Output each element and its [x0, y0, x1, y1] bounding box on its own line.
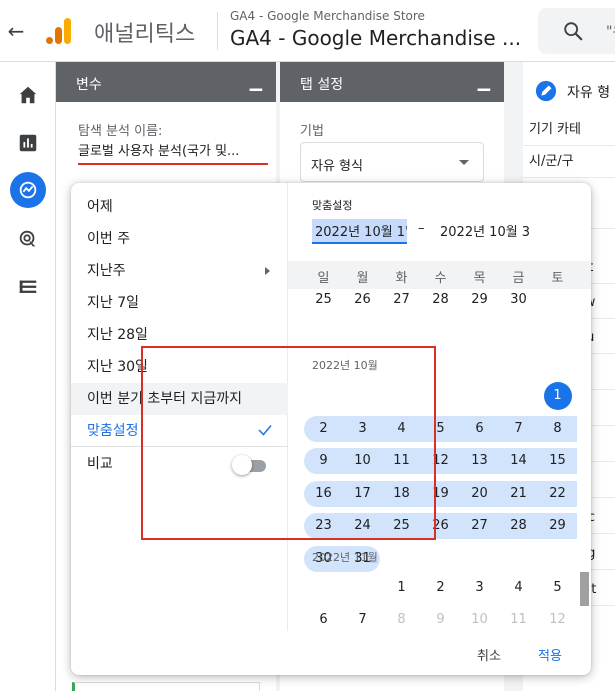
preset-label: 맞춤설정 [87, 423, 139, 439]
calendar-day[interactable]: 8 [538, 416, 577, 442]
variables-panel-header: 변수 ▁ [56, 62, 276, 102]
calendar-day[interactable]: 21 [499, 481, 538, 507]
brand-title: 애널리틱스 [94, 22, 196, 47]
preset-label: 지난주 [87, 263, 126, 279]
arrow-left-icon[interactable]: ← [6, 19, 26, 43]
top-app-bar: ← 애널리틱스 GA4 - Google Merchandise Store G… [0, 0, 615, 62]
chevron-right-icon [265, 267, 270, 275]
picker-footer: 취소 적용 [71, 631, 591, 675]
exploration-name-label: 탐색 분석 이름: [78, 124, 163, 139]
weekday-label: 수 [434, 271, 447, 286]
calendar-day[interactable]: 7 [499, 416, 538, 442]
minimize-icon[interactable]: ▁ [250, 72, 262, 91]
calendar-day[interactable]: 6 [304, 607, 343, 633]
calendar-day-selected[interactable]: 1 [543, 382, 572, 410]
weekday-label: 토 [551, 271, 564, 286]
calendar-day[interactable]: 15 [538, 448, 577, 474]
left-navigation [0, 62, 56, 691]
technique-label: 기법 [300, 124, 324, 139]
search-icon [564, 22, 583, 41]
cancel-button[interactable]: 취소 [477, 645, 501, 664]
calendar-day[interactable]: 12 [538, 607, 577, 633]
compare-label: 비교 [87, 456, 113, 472]
calendar-scrollbar[interactable] [580, 572, 589, 606]
calendar-day[interactable]: 10 [460, 607, 499, 633]
reports-icon[interactable] [17, 132, 39, 154]
calendar-day[interactable]: 27 [460, 513, 499, 539]
calendar-day[interactable]: 8 [382, 607, 421, 633]
advertising-icon[interactable] [17, 228, 39, 250]
calendar-day[interactable]: 1 [382, 575, 421, 601]
exploration-name-input[interactable]: 글로벌 사용자 분석(국가 및... [78, 140, 268, 165]
annotation-highlight-box [141, 346, 436, 540]
apply-button[interactable]: 적용 [538, 645, 562, 664]
calendar-day[interactable]: 20 [460, 481, 499, 507]
calendar-day[interactable]: 13 [460, 448, 499, 474]
preset-this-week[interactable]: 이번 주 [71, 223, 288, 255]
weekday-label: 일 [317, 271, 330, 286]
calendar-day[interactable]: 22 [538, 481, 577, 507]
month-label-november: 2022년 11월 [312, 551, 378, 564]
calendar-day[interactable]: 29 [538, 513, 577, 539]
analytics-logo-icon[interactable] [44, 16, 74, 46]
property-selector[interactable]: GA4 - Google Merchandise ... [230, 26, 524, 50]
preset-last-7-days[interactable]: 지난 7일 [71, 287, 288, 319]
calendar-title: 맞춤설정 [312, 199, 353, 212]
start-date-input[interactable]: 2022년 10월 1' [312, 219, 407, 244]
calendar-day[interactable]: 9 [421, 607, 460, 633]
home-icon[interactable] [17, 84, 39, 106]
date-range-picker: 어제 이번 주 지난주 지난 7일 지난 28일 지난 30일 이번 분기 초부… [71, 183, 591, 675]
calendar-day[interactable]: 5 [538, 575, 577, 601]
weekday-label: 목 [473, 271, 486, 286]
preset-label: 지난 28일 [87, 327, 148, 343]
calendar-day[interactable]: 27 [382, 287, 421, 313]
results-tab-title[interactable]: 자유 형 [567, 82, 610, 102]
calendar-day[interactable]: 28 [421, 287, 460, 313]
edit-pencil-icon[interactable] [535, 80, 557, 102]
preset-last-week[interactable]: 지난주 [71, 255, 288, 287]
calendar-day[interactable]: 29 [460, 287, 499, 313]
preset-yesterday[interactable]: 어제 [71, 191, 288, 223]
preset-label: 지난 30일 [87, 359, 148, 375]
preset-label: 이번 주 [87, 231, 131, 247]
variables-panel-title: 변수 [76, 77, 102, 93]
calendar-day[interactable]: 28 [499, 513, 538, 539]
search-bar[interactable]: "유 [538, 8, 615, 54]
calendar-day[interactable]: 11 [499, 607, 538, 633]
weekday-label: 화 [395, 271, 408, 286]
calendar-day[interactable]: 6 [460, 416, 499, 442]
dimension-header: 기기 카테 [523, 114, 615, 146]
tab-settings-title: 탭 설정 [300, 77, 344, 93]
date-range-dash: – [418, 221, 425, 236]
calendar-day[interactable]: 2 [421, 575, 460, 601]
calendar-day[interactable]: 26 [343, 287, 382, 313]
calendar-day[interactable]: 4 [499, 575, 538, 601]
explore-icon[interactable] [17, 179, 39, 201]
calendar-day[interactable]: 25 [304, 287, 343, 313]
calendar-day[interactable]: 3 [460, 575, 499, 601]
calendar-day[interactable]: 30 [499, 287, 538, 313]
property-account-label[interactable]: GA4 - Google Merchandise Store [230, 9, 425, 23]
calendar-day[interactable]: 7 [343, 607, 382, 633]
end-date-input[interactable]: 2022년 10월 3 [440, 221, 530, 240]
minimize-icon[interactable]: ▁ [478, 72, 490, 91]
technique-select[interactable]: 자유 형식 [300, 142, 484, 182]
calendar-day[interactable]: 14 [499, 448, 538, 474]
technique-value: 자유 형식 [311, 159, 363, 174]
weekday-label: 월 [356, 271, 369, 286]
dimension-chip[interactable] [72, 682, 260, 691]
preset-label: 지난 7일 [87, 295, 139, 311]
dimension-header: 시/군/구 [523, 146, 615, 178]
dropdown-caret-icon [459, 160, 469, 165]
tab-settings-header: 탭 설정 ▁ [280, 62, 504, 102]
header-divider [217, 12, 218, 50]
search-placeholder: "유 [606, 24, 615, 40]
weekday-label: 금 [512, 271, 525, 286]
configure-icon[interactable] [17, 276, 39, 298]
preset-label: 어제 [87, 199, 113, 215]
